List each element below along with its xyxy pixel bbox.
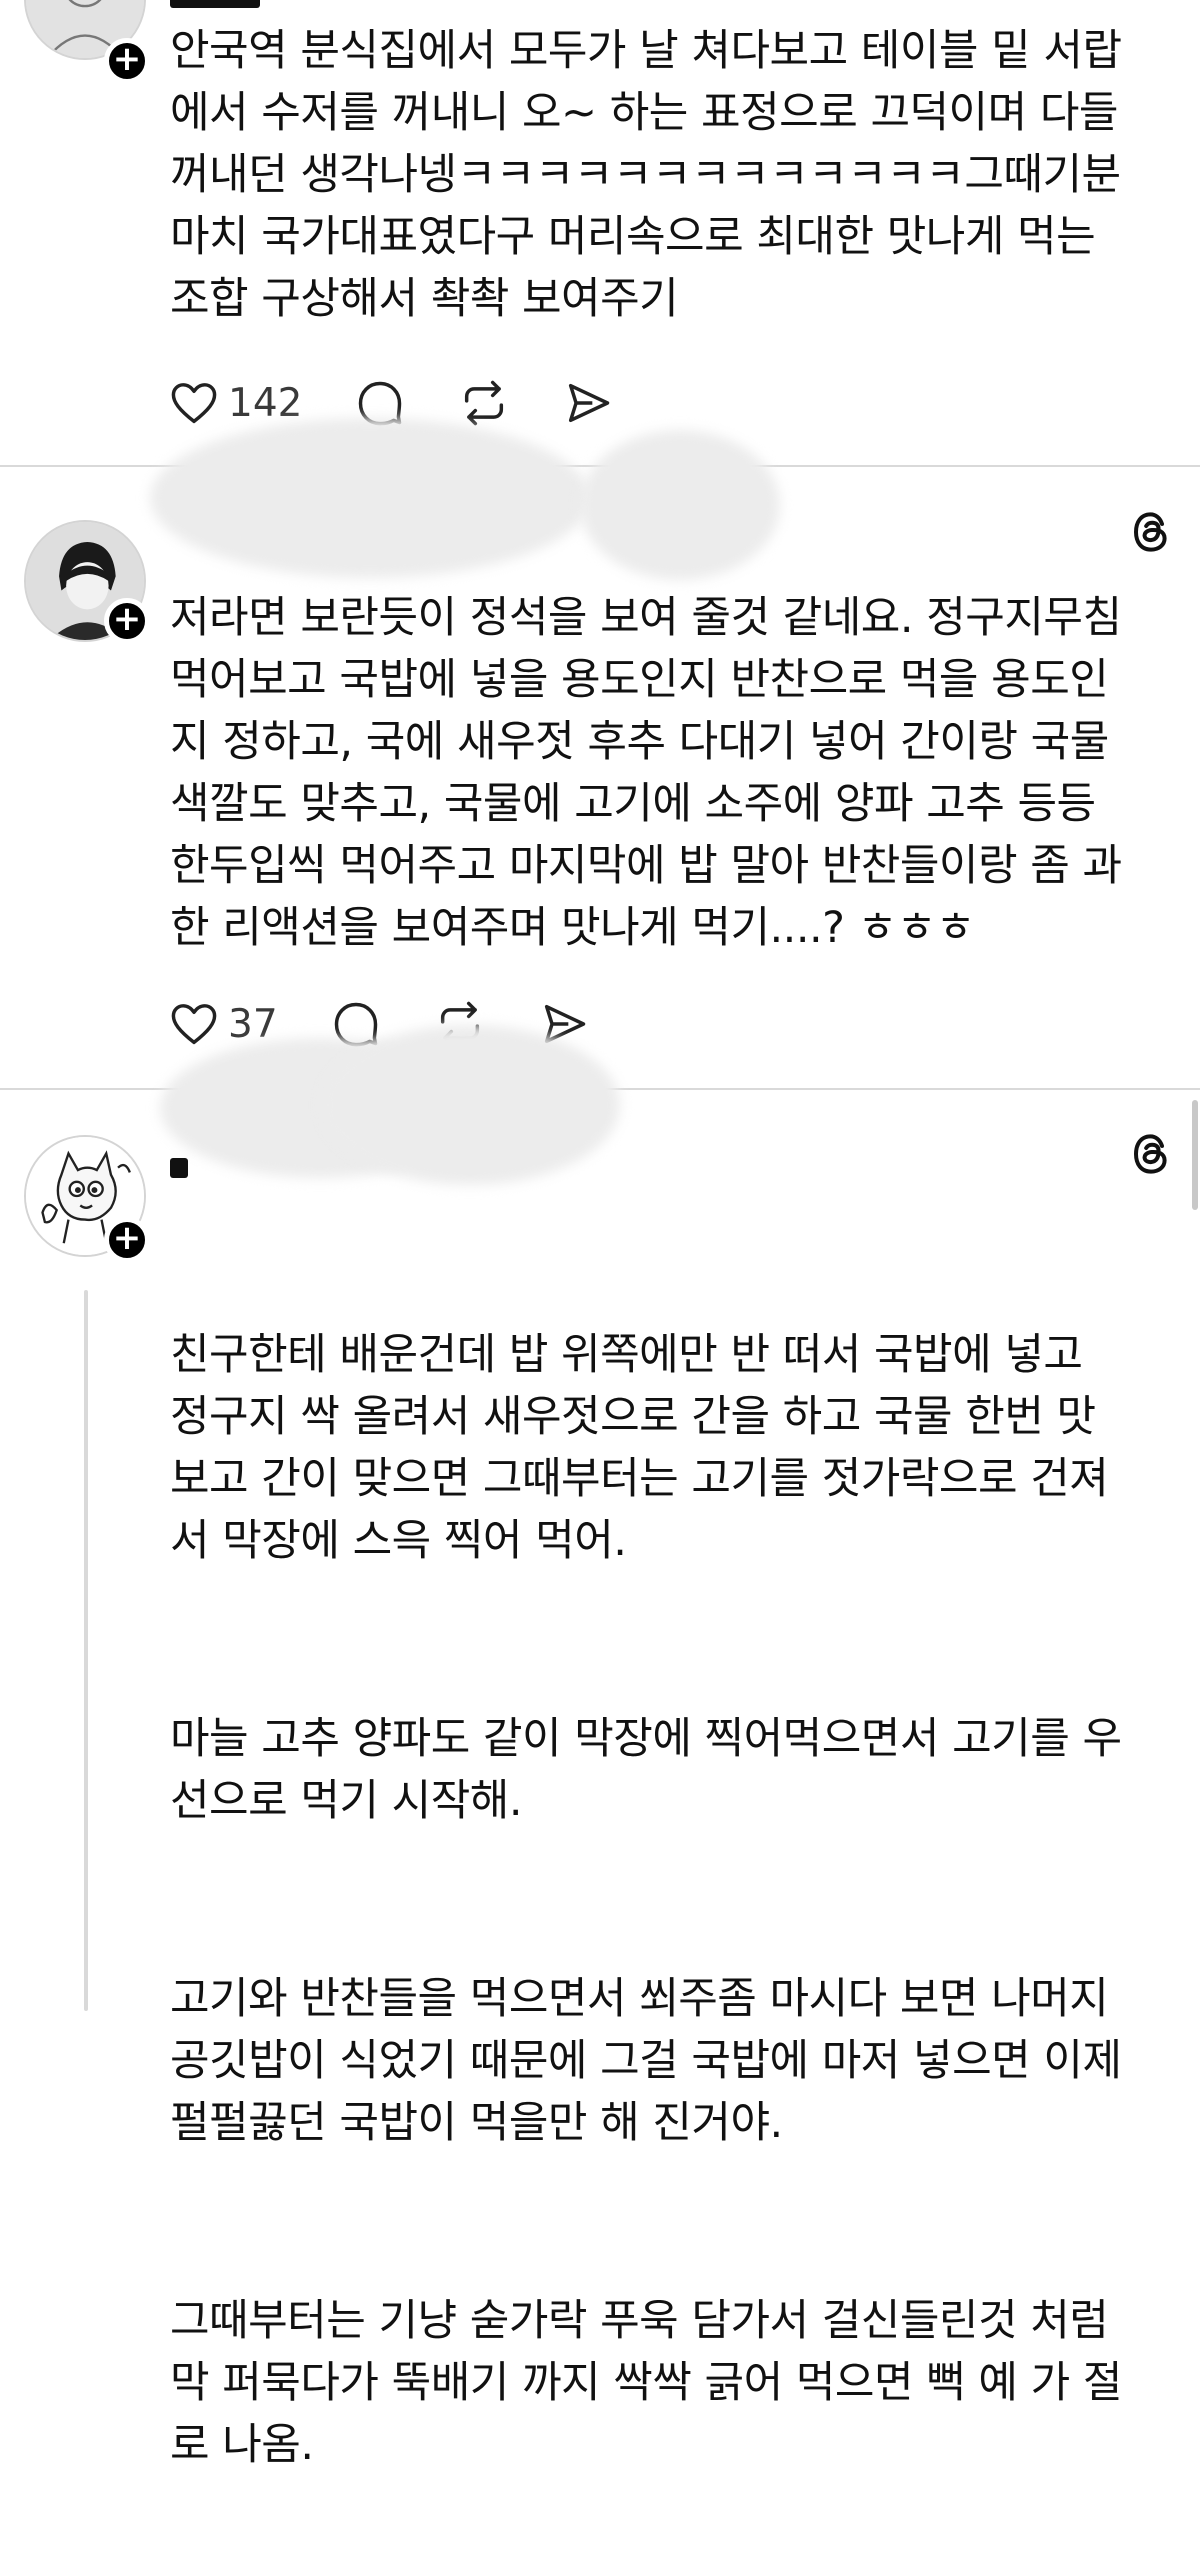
follow-plus-icon[interactable]: + — [104, 598, 150, 644]
post-text: 친구한테 배운건데 밥 위쪽에만 반 떠서 국밥에 넣고 정구지 싹 올려서 새… — [170, 1200, 1180, 2550]
follow-plus-icon[interactable]: + — [104, 38, 150, 84]
share-button[interactable] — [562, 377, 614, 429]
post-paragraph: 그때부터는 기냥 숟가락 푸욱 담가서 걸신들린것 처럼 막 퍼묵다가 뚝배기 … — [170, 2296, 1122, 2470]
repost-button[interactable] — [458, 377, 510, 429]
redacted-username-blur — [150, 418, 590, 578]
username-fragment — [170, 0, 260, 8]
post-paragraph: 고기와 반찬들을 먹으면서 쐬주좀 마시다 보면 나머지 공깃밥이 식었기 때문… — [170, 1974, 1122, 2148]
scrollbar[interactable] — [1192, 1100, 1198, 1210]
post-text: 안국역 분식집에서 모두가 날 쳐다보고 테이블 밑 서랍 에서 수저를 꺼내니… — [170, 26, 1122, 324]
heart-icon — [171, 1004, 217, 1045]
post-text: 저라면 보란듯이 정석을 보여 줄것 같네요. 정구지무침 먹어보고 국밥에 넣… — [170, 593, 1122, 953]
post-paragraph: 친구한테 배운건데 밥 위쪽에만 반 떠서 국밥에 넣고 정구지 싹 올려서 새… — [170, 1330, 1109, 1566]
follow-plus-icon[interactable]: + — [104, 1217, 150, 1263]
threads-icon[interactable] — [1127, 508, 1175, 556]
like-button[interactable]: 142 — [168, 377, 302, 429]
redacted-username-blur — [580, 430, 780, 580]
like-count: 37 — [228, 1001, 278, 1047]
threads-icon[interactable] — [1127, 1130, 1175, 1178]
like-count: 142 — [228, 380, 303, 426]
share-icon — [569, 383, 610, 423]
username-fragment — [170, 1158, 188, 1178]
repost-icon — [465, 380, 504, 426]
redacted-username-blur — [320, 1025, 620, 1185]
thread-line — [84, 1290, 88, 2011]
post-paragraph: 마늘 고추 양파도 같이 막장에 찍어먹으면서 고기를 우 선으로 먹기 시작해… — [170, 1714, 1122, 1826]
heart-icon — [171, 383, 217, 424]
